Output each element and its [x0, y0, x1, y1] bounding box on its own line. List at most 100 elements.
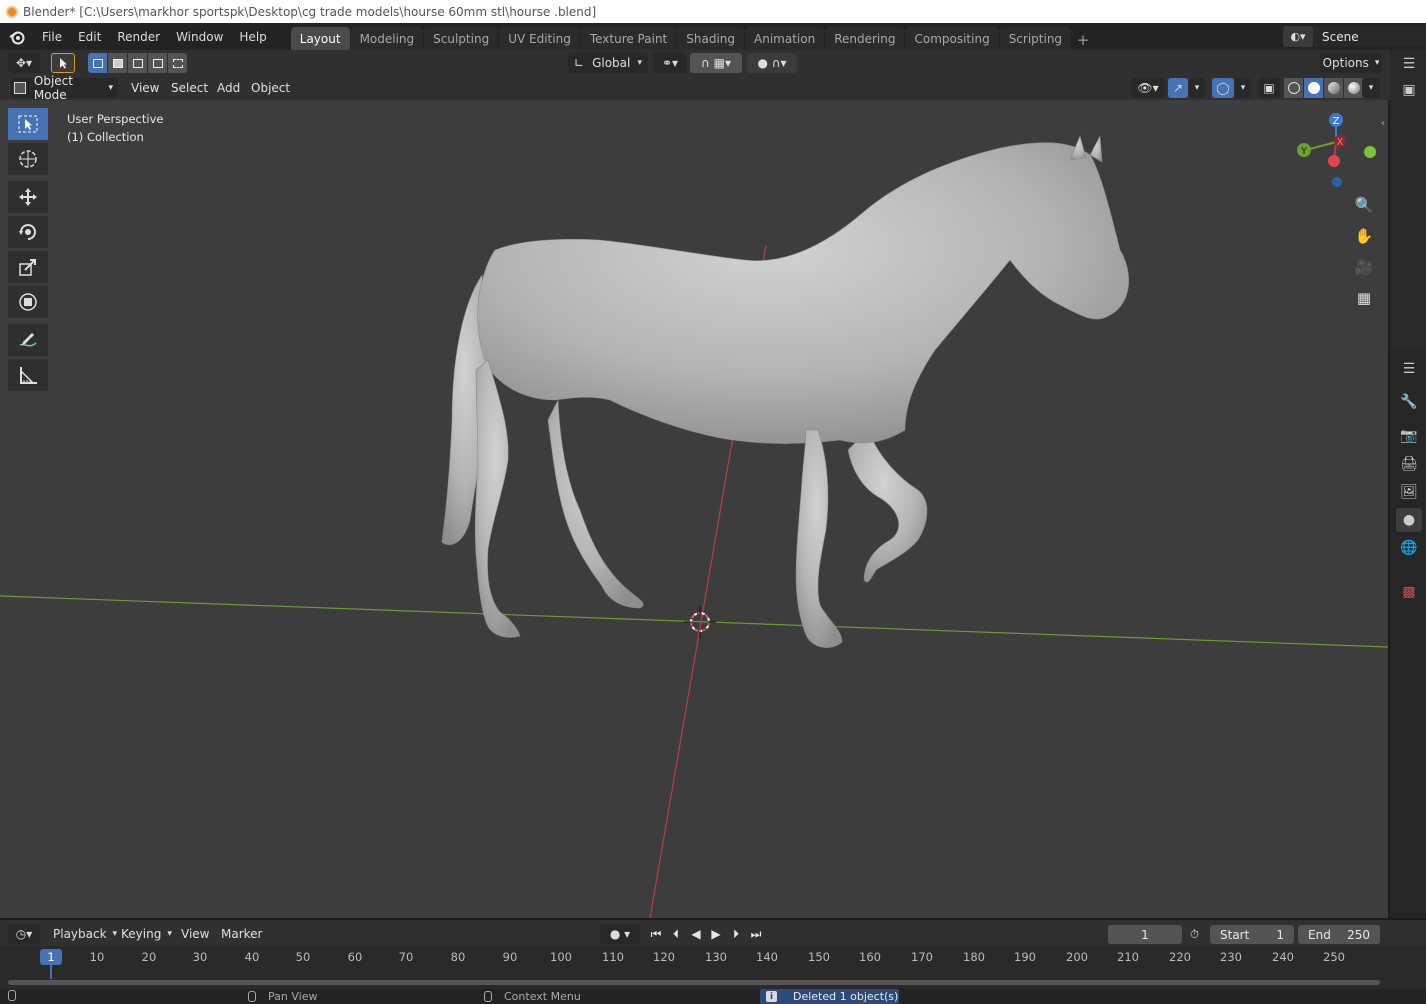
zoom-view-button[interactable]: 🔍 [1350, 191, 1378, 219]
menu-help[interactable]: Help [231, 23, 274, 50]
tab-sculpting[interactable]: Sculpting [424, 27, 499, 50]
visibility-dropdown[interactable]: 👁▾ [1131, 78, 1165, 98]
menu-render[interactable]: Render [109, 23, 168, 50]
add-workspace-button[interactable]: + [1074, 30, 1092, 50]
play-button[interactable]: ▶ [706, 925, 726, 943]
object-mode-dropdown[interactable]: Object Mode ▾ [10, 74, 118, 102]
tool-cursor[interactable] [8, 143, 48, 175]
scene-properties-icon[interactable]: ● [1396, 508, 1422, 532]
output-properties-icon[interactable]: 🖨 [1396, 452, 1422, 476]
jump-keyframe-forward-button[interactable]: ⏵ [726, 925, 746, 943]
end-frame-field[interactable]: End 250 [1298, 925, 1380, 944]
jump-end-button[interactable]: ⏭ [746, 925, 766, 943]
render-properties-icon[interactable]: 📷 [1396, 424, 1422, 448]
tool-select-box[interactable] [8, 108, 48, 140]
shading-wireframe-button[interactable] [1284, 78, 1303, 98]
gizmo-dropdown[interactable]: ▾ [1189, 78, 1205, 98]
world-properties-icon[interactable]: 🌐 [1396, 536, 1422, 560]
timeline-menu-marker[interactable]: Marker [221, 924, 262, 944]
tool-properties-icon[interactable]: 🔧 [1396, 390, 1422, 414]
select-difference-mode[interactable] [148, 53, 167, 73]
pivot-icon: ⚭▾ [661, 56, 679, 70]
viewport-menu-select[interactable]: Select [164, 78, 215, 98]
shading-rendered-button[interactable] [1344, 78, 1363, 98]
gizmo-toggle[interactable]: ↗ [1168, 78, 1188, 98]
start-frame-field[interactable]: Start 1 [1210, 925, 1294, 944]
blender-menu-icon[interactable] [0, 23, 34, 50]
timeline-menu-playback[interactable]: Playback ▾ [53, 924, 117, 944]
tab-uv-editing[interactable]: UV Editing [499, 27, 580, 50]
tool-transform[interactable] [8, 286, 48, 318]
current-frame-field[interactable]: 1 [1108, 925, 1182, 944]
timeline-area[interactable]: 10 20 30 40 50 60 70 80 90 100 110 120 1… [0, 946, 1426, 989]
overlays-toggle[interactable]: ◯ [1212, 78, 1234, 98]
stopwatch-icon[interactable]: ⏱ [1190, 925, 1206, 944]
tool-annotate[interactable] [8, 324, 48, 356]
properties-editor-icon[interactable]: ☰ [1396, 357, 1422, 381]
auto-keying-toggle[interactable]: ● ▾ [600, 924, 640, 944]
select-subtract-mode[interactable] [128, 53, 147, 73]
tool-measure[interactable] [8, 359, 48, 391]
tool-rotate[interactable] [8, 216, 48, 248]
viewport-menu-view[interactable]: View [124, 78, 166, 98]
workspace-tabs: Layout Modeling Sculpting UV Editing Tex… [290, 23, 1092, 50]
tab-compositing[interactable]: Compositing [905, 27, 999, 50]
tab-rendering[interactable]: Rendering [825, 27, 905, 50]
pivot-point-dropdown[interactable]: ⚭▾ [653, 53, 687, 73]
viewport-menu-add[interactable]: Add [210, 78, 247, 98]
pan-view-button[interactable]: ✋ [1350, 222, 1378, 250]
shading-solid-button[interactable] [1304, 78, 1323, 98]
timeline-scrollbar[interactable] [8, 980, 1380, 985]
status-context-menu: Context Menu [484, 990, 581, 1003]
sidebar-toggle[interactable]: ‹ [1378, 112, 1388, 134]
tab-animation[interactable]: Animation [745, 27, 825, 50]
jump-start-button[interactable]: ⏮ [646, 925, 666, 943]
transform-orientation-dropdown[interactable]: ∟ Global ▾ [568, 53, 648, 73]
menu-file[interactable]: File [34, 23, 70, 50]
3d-viewport[interactable]: Z Y X User Perspective (1) Collection 🔍 … [0, 100, 1388, 918]
options-dropdown[interactable]: Options ▾ [1320, 53, 1382, 73]
tab-texture-paint[interactable]: Texture Paint [580, 27, 677, 50]
menu-window[interactable]: Window [168, 23, 231, 50]
xray-toggle[interactable]: ▣ [1258, 78, 1280, 98]
timeline-editor-type[interactable]: ◷▾ [8, 924, 40, 944]
camera-view-button[interactable]: 🎥 [1350, 253, 1378, 281]
scene-selector[interactable]: ◐▾ Scene [1283, 26, 1426, 47]
horse-model[interactable] [441, 134, 1130, 648]
editor-type-button[interactable]: ✥▾ [8, 53, 40, 73]
tab-shading[interactable]: Shading [677, 27, 744, 50]
view-layer-properties-icon[interactable]: 🖼 [1396, 480, 1422, 504]
tab-modeling[interactable]: Modeling [350, 27, 424, 50]
outliner-filter-icon[interactable]: ▣ [1396, 78, 1422, 102]
frame-tick: 160 [859, 950, 881, 964]
tool-move[interactable] [8, 181, 48, 213]
texture-properties-icon[interactable]: ▩ [1396, 580, 1422, 604]
snapping-toggle[interactable]: ∩ ▦▾ [690, 53, 742, 73]
timeline-menu-keying[interactable]: Keying ▾ [121, 924, 172, 944]
overlays-dropdown[interactable]: ▾ [1235, 78, 1251, 98]
perspective-toggle-button[interactable]: ▦ [1350, 284, 1378, 312]
tab-layout[interactable]: Layout [290, 27, 350, 50]
proportional-editing-toggle[interactable]: ● ∩▾ [747, 53, 797, 73]
jump-keyframe-back-button[interactable]: ⏴ [666, 925, 686, 943]
shading-options-dropdown[interactable]: ▾ [1362, 78, 1380, 98]
viewport-menu-object[interactable]: Object [244, 78, 297, 98]
playhead[interactable]: 1 [40, 949, 62, 965]
info-icon: i [766, 991, 777, 1002]
frame-tick: 190 [1014, 950, 1036, 964]
play-reverse-button[interactable]: ◀ [686, 925, 706, 943]
select-intersect-mode[interactable] [168, 53, 187, 73]
timeline-menu-view[interactable]: View [181, 924, 209, 944]
pan-view-label: Pan View [268, 990, 318, 1003]
menu-edit[interactable]: Edit [70, 23, 109, 50]
outliner-editor-icon[interactable]: ☰ [1396, 52, 1422, 76]
mouse-left-icon [8, 990, 16, 1001]
select-extend-mode[interactable] [108, 53, 127, 73]
status-report[interactable]: i Deleted 1 object(s) [760, 989, 899, 1004]
tool-scale[interactable] [8, 251, 48, 283]
select-new-mode[interactable] [88, 53, 107, 73]
tab-scripting[interactable]: Scripting [999, 27, 1072, 50]
navigation-gizmo[interactable]: Z Y X [1297, 113, 1376, 187]
active-tool-select-button[interactable] [51, 53, 75, 73]
shading-material-button[interactable] [1324, 78, 1343, 98]
